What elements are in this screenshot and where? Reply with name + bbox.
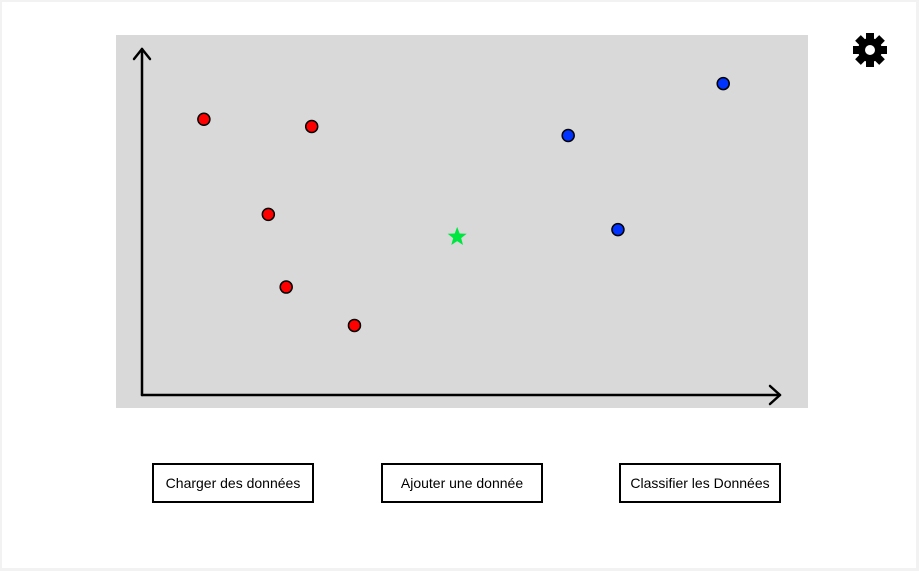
data-points	[197, 76, 730, 333]
data-point-series-0-0	[197, 112, 211, 126]
y-axis	[132, 47, 152, 397]
data-point-series-0-3	[279, 280, 293, 294]
data-point-series-0-4	[347, 318, 362, 333]
data-point-series-1-2	[611, 222, 625, 237]
scatter-plot	[116, 35, 808, 408]
classify-data-button[interactable]: Classifier les Données	[619, 463, 781, 503]
load-data-button[interactable]: Charger des données	[152, 463, 314, 503]
data-point-series-1-1	[716, 76, 730, 91]
scatter-plot-svg	[132, 47, 782, 406]
x-axis	[140, 384, 782, 406]
data-point-series-0-2	[261, 207, 276, 222]
data-point-series-0-1	[304, 119, 319, 134]
gear-icon[interactable]	[851, 31, 889, 69]
add-data-button[interactable]: Ajouter une donnée	[381, 463, 543, 503]
new-point-star	[447, 226, 467, 245]
data-point-series-1-0	[561, 128, 575, 143]
